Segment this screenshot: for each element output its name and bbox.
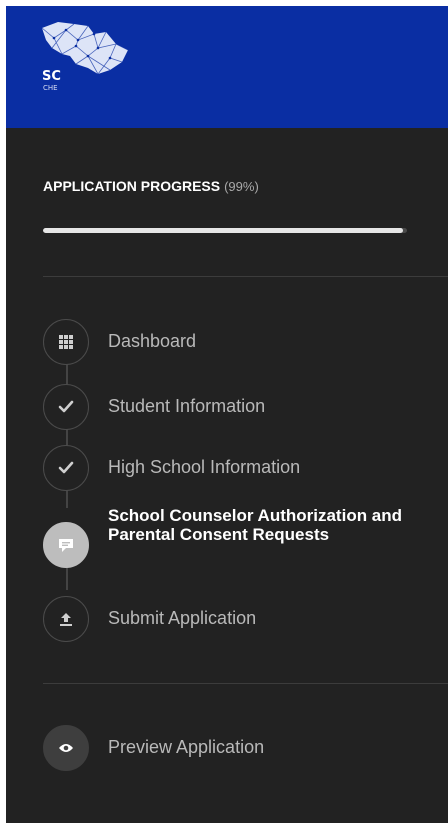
- step-label: High School Information: [108, 457, 301, 477]
- divider-bottom: [43, 683, 448, 684]
- progress-bar-fill: [43, 228, 404, 233]
- preview-icon-circle: [43, 725, 89, 771]
- progress-percent: (99%): [224, 179, 259, 194]
- step-label: Dashboard: [108, 331, 197, 351]
- progress-label: APPLICATION PROGRESS: [43, 178, 221, 194]
- comment-icon: [59, 538, 73, 552]
- step-icon-active: [43, 522, 89, 568]
- step-connector: [66, 362, 68, 386]
- step-label: School Counselor Authorization and Paren…: [108, 506, 403, 544]
- brand-logo-text: SC: [42, 69, 61, 84]
- progress-bar: [43, 228, 407, 233]
- brand-header: SC CHE: [6, 6, 448, 128]
- step-label: Student Information: [108, 396, 266, 416]
- south-carolina-logo-icon[interactable]: [36, 20, 148, 76]
- step-connector: [66, 488, 68, 508]
- step-icon: [43, 445, 89, 491]
- brand-logo-subtext: CHE: [43, 84, 58, 92]
- application-progress-heading: APPLICATION PROGRESS (99%): [43, 178, 259, 194]
- step-label: Submit Application: [108, 608, 257, 628]
- step-icon: [43, 384, 89, 430]
- check-icon: [58, 461, 74, 474]
- grid-icon: [59, 335, 73, 349]
- step-connector: [66, 427, 68, 447]
- eye-icon: [59, 744, 73, 752]
- upload-icon: [60, 613, 72, 626]
- check-icon: [58, 400, 74, 413]
- divider-top: [43, 276, 448, 277]
- step-icon: [43, 319, 89, 365]
- page: SC CHE APPLICATION PROGRESS (99%) Dashbo…: [0, 0, 448, 829]
- step-icon: [43, 596, 89, 642]
- application-sidebar: SC CHE APPLICATION PROGRESS (99%) Dashbo…: [6, 6, 448, 823]
- preview-application-label: Preview Application: [108, 737, 265, 757]
